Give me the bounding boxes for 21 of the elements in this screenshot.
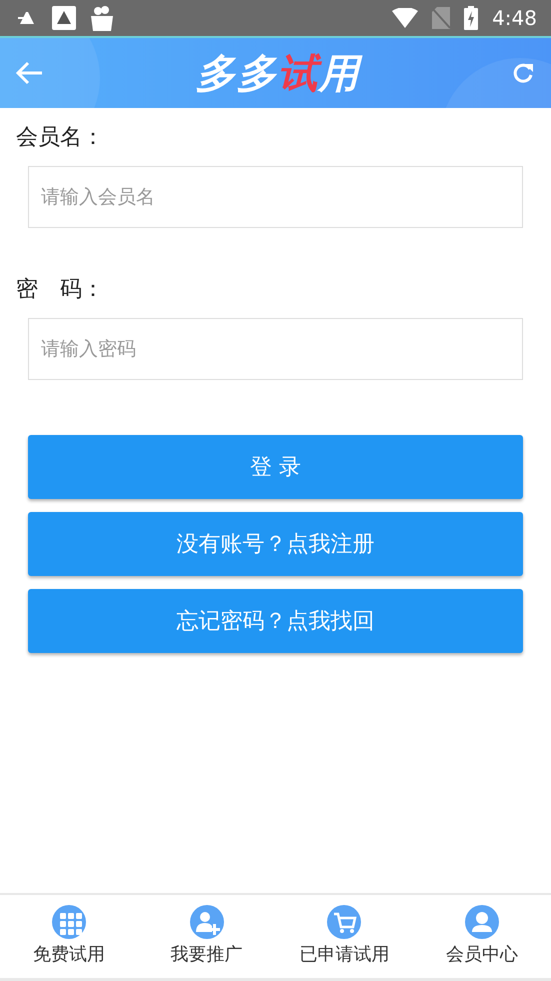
grid-icon xyxy=(52,905,86,939)
refresh-icon[interactable] xyxy=(511,61,535,85)
nav-tab[interactable]: 会员中心 xyxy=(413,895,551,978)
status-time: 4:48 xyxy=(492,6,537,30)
field-label: 会员名： xyxy=(16,124,105,152)
user-icon xyxy=(465,905,500,939)
nav-tab[interactable]: 免费试用 xyxy=(0,895,138,978)
cart-icon xyxy=(327,905,362,939)
battery-icon xyxy=(464,6,478,30)
wifi-icon xyxy=(392,8,418,28)
input-field[interactable]: 请输入密码 xyxy=(28,318,523,380)
bag-icon xyxy=(90,5,114,31)
app-icon xyxy=(52,6,76,30)
add-user-icon xyxy=(190,905,224,939)
app-logo: 多多试用 xyxy=(44,46,511,100)
back-arrow-icon[interactable] xyxy=(16,61,44,85)
no-sim-icon xyxy=(432,7,450,29)
nav-tab[interactable]: 已申请试用 xyxy=(276,895,414,978)
nav-tab[interactable]: 我要推广 xyxy=(138,895,276,978)
field-label: 密 码： xyxy=(16,276,105,304)
input-field[interactable]: 请输入会员名 xyxy=(28,166,523,228)
